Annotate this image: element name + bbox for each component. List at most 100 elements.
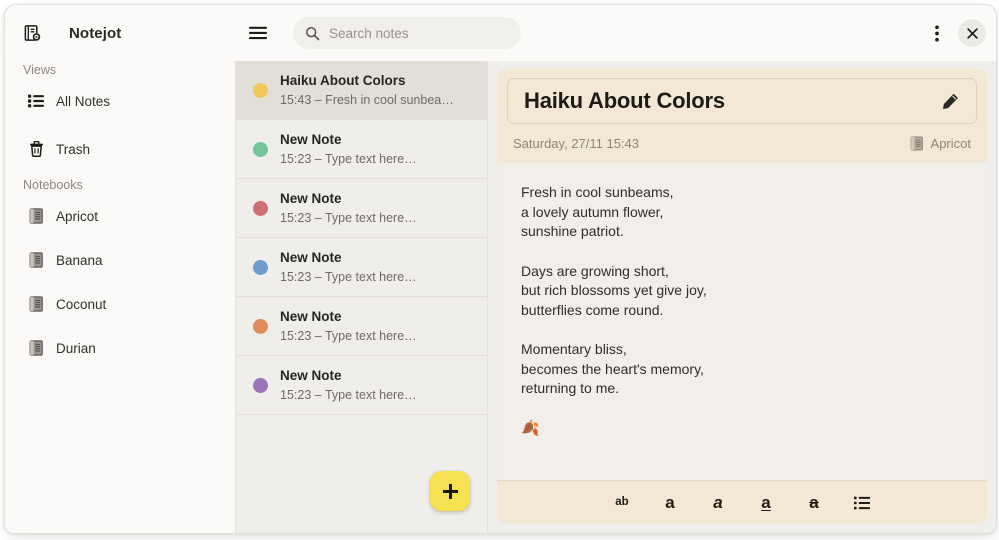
edit-title-button[interactable] — [936, 87, 964, 115]
note-editor-card: Haiku About Colors Saturday, 27/11 15:43 — [497, 69, 987, 524]
note-body[interactable]: Fresh in cool sunbeams, a lovely autumn … — [497, 163, 987, 480]
note-paragraph: Fresh in cool sunbeams, a lovely autumn … — [521, 184, 674, 239]
note-item-subtitle: 15:43 – Fresh in cool sunbea… — [280, 92, 454, 107]
header-bar: Notejot — [5, 5, 996, 61]
text-format-button[interactable]: ab — [606, 488, 638, 518]
bullet-list-icon — [854, 496, 870, 509]
trash-icon — [27, 141, 45, 157]
sidebar-item-label: Trash — [56, 141, 91, 157]
note-list-panel: Haiku About Colors 15:43 – Fresh in cool… — [235, 61, 488, 533]
sidebar-item-apricot[interactable]: Apricot — [15, 199, 225, 233]
note-color-dot — [253, 141, 268, 157]
note-list-item[interactable]: New Note 15:23 – Type text here… — [236, 179, 487, 238]
hamburger-menu-icon-button[interactable] — [241, 16, 275, 50]
search-icon — [305, 26, 320, 41]
search-input[interactable] — [329, 25, 509, 41]
sidebar-item-label: Apricot — [56, 208, 99, 224]
note-item-texts: New Note 15:23 – Type text here… — [280, 131, 417, 168]
plus-icon — [442, 483, 458, 499]
note-title-field[interactable]: Haiku About Colors — [507, 78, 977, 124]
note-emoji: 🍂 — [521, 419, 540, 437]
note-item-title: New Note — [280, 190, 342, 206]
hamburger-menu-icon — [249, 26, 267, 40]
note-color-dot — [253, 82, 268, 98]
note-item-title: New Note — [280, 131, 342, 147]
strikethrough-button[interactable]: a — [798, 488, 830, 518]
note-item-texts: New Note 15:23 – Type text here… — [280, 249, 417, 286]
more-vertical-icon — [935, 24, 939, 42]
note-item-subtitle: 15:23 – Type text here… — [280, 387, 417, 402]
sidebar-item-label: Banana — [56, 252, 103, 268]
note-meta-row: Saturday, 27/11 15:43 Apricot — [507, 136, 977, 151]
note-item-texts: Haiku About Colors 15:43 – Fresh in cool… — [280, 72, 454, 109]
bullet-list-button[interactable] — [846, 488, 878, 518]
sidebar: Views All Notes Trash Notebooks Apricot … — [5, 61, 235, 533]
text-format-icon: ab — [615, 495, 629, 508]
header-middle-group — [237, 16, 920, 50]
note-item-texts: New Note 15:23 – Type text here… — [280, 190, 417, 227]
sidebar-item-all-notes[interactable]: All Notes — [15, 84, 225, 118]
note-item-subtitle: 15:23 – Type text here… — [280, 151, 417, 166]
bold-button[interactable]: a — [654, 488, 686, 518]
note-list-item[interactable]: New Note 15:23 – Type text here… — [236, 238, 487, 297]
notebook-icon — [27, 208, 45, 224]
note-editor: Haiku About Colors Saturday, 27/11 15:43 — [488, 61, 996, 533]
note-item-title: New Note — [280, 308, 342, 324]
pencil-icon — [942, 93, 958, 109]
notebook-gear-icon-button[interactable] — [15, 16, 49, 50]
list-icon — [27, 94, 45, 108]
notebook-icon — [27, 296, 45, 312]
note-list-item[interactable]: New Note 15:23 – Type text here… — [236, 297, 487, 356]
note-list-item[interactable]: New Note 15:23 – Type text here… — [236, 120, 487, 179]
notebook-icon — [27, 252, 45, 268]
note-item-texts: New Note 15:23 – Type text here… — [280, 308, 417, 345]
italic-button[interactable]: a — [702, 488, 734, 518]
note-color-dot — [253, 259, 268, 275]
underline-button[interactable]: a — [750, 488, 782, 518]
sidebar-item-coconut[interactable]: Coconut — [15, 287, 225, 321]
notebook-icon — [27, 340, 45, 356]
note-list: Haiku About Colors 15:43 – Fresh in cool… — [236, 61, 487, 533]
note-title-text: Haiku About Colors — [524, 88, 725, 113]
italic-icon: a — [713, 493, 723, 512]
sidebar-item-label: Durian — [56, 340, 96, 356]
note-paragraph: Days are growing short, but rich blossom… — [521, 262, 707, 318]
more-vertical-icon-button[interactable] — [920, 16, 954, 50]
underline-icon: a — [761, 493, 771, 512]
sidebar-item-label: Coconut — [56, 296, 107, 312]
header-left-group: Notejot — [15, 16, 237, 50]
note-list-item[interactable]: Haiku About Colors 15:43 – Fresh in cool… — [236, 61, 487, 120]
sidebar-section-views: Views — [23, 63, 57, 77]
app-root: Notejot Search notes Views All Notes Tra… — [0, 0, 999, 540]
bold-icon: a — [665, 493, 675, 512]
note-item-subtitle: 15:23 – Type text here… — [280, 269, 417, 284]
note-notebook-label: Apricot — [930, 136, 971, 151]
sidebar-item-label: All Notes — [56, 93, 111, 109]
note-paragraph: Momentary bliss, becomes the heart's mem… — [521, 341, 704, 396]
app-window: Notejot Search notes Views All Notes Tra… — [4, 4, 997, 534]
note-notebook-tag[interactable]: Apricot — [910, 136, 971, 151]
main-body: Views All Notes Trash Notebooks Apricot … — [5, 61, 996, 533]
note-color-dot — [253, 377, 268, 393]
notebook-icon — [910, 136, 924, 151]
sidebar-item-durian[interactable]: Durian — [15, 331, 225, 365]
note-item-texts: New Note 15:23 – Type text here… — [280, 367, 417, 404]
note-item-subtitle: 15:23 – Type text here… — [280, 210, 417, 225]
sidebar-item-banana[interactable]: Banana — [15, 243, 225, 277]
note-color-dot — [253, 200, 268, 216]
note-item-subtitle: 15:23 – Type text here… — [280, 328, 417, 343]
sidebar-section-notebooks: Notebooks — [23, 178, 83, 192]
close-window-button[interactable] — [958, 19, 986, 47]
search-box[interactable] — [293, 17, 521, 49]
note-date: Saturday, 27/11 15:43 — [513, 136, 640, 151]
close-icon — [966, 27, 978, 39]
note-list-item[interactable]: New Note 15:23 – Type text here… — [236, 356, 487, 415]
sidebar-item-trash[interactable]: Trash — [15, 132, 225, 166]
app-title: Notejot — [69, 24, 122, 42]
note-item-title: New Note — [280, 249, 342, 265]
note-editor-header: Haiku About Colors Saturday, 27/11 15:43 — [497, 69, 987, 163]
note-item-title: New Note — [280, 367, 342, 383]
formatting-toolbar: ab a a a a — [497, 480, 987, 524]
add-note-button[interactable] — [430, 471, 470, 511]
note-item-title: Haiku About Colors — [280, 72, 406, 88]
